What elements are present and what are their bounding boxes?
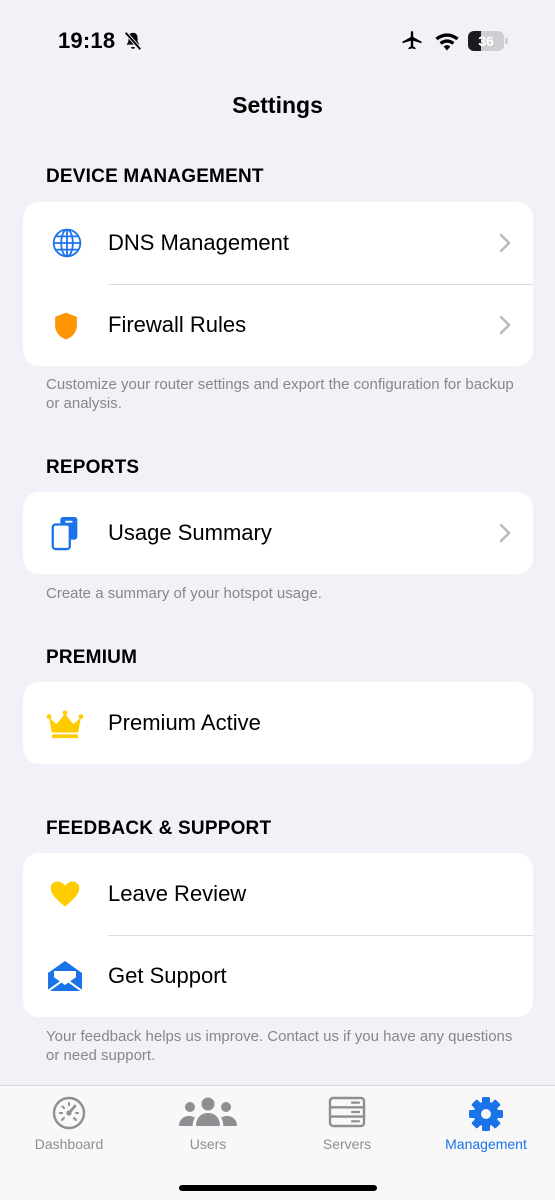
battery-indicator: 36 — [468, 31, 508, 51]
users-icon — [179, 1097, 237, 1126]
status-bar: 19:18 36 — [0, 0, 555, 84]
page-title: Settings — [232, 92, 323, 118]
leave-review-row[interactable]: Leave Review — [23, 853, 533, 935]
airplane-icon — [402, 31, 422, 50]
section-header-feedback-support: FEEDBACK & SUPPORT — [46, 818, 272, 839]
device-management-footnote: Customize your router settings and expor… — [46, 376, 514, 412]
usage-summary-label: Usage Summary — [108, 520, 272, 545]
dns-management-label: DNS Management — [108, 230, 289, 255]
tab-dashboard-label: Dashboard — [34, 1136, 104, 1152]
feedback-support-card: Leave Review Get Support — [23, 853, 533, 1017]
tab-dashboard[interactable]: Dashboard — [0, 1086, 138, 1166]
tab-servers-label: Servers — [322, 1136, 372, 1152]
device-management-card: DNS Management Firewall Rules — [23, 202, 533, 366]
bell-slash-icon — [124, 31, 142, 51]
get-support-label: Get Support — [108, 963, 227, 988]
dns-management-row[interactable]: DNS Management — [23, 202, 533, 284]
server-icon — [328, 1096, 366, 1128]
documents-icon — [51, 516, 78, 551]
firewall-rules-label: Firewall Rules — [108, 312, 247, 337]
usage-summary-row[interactable]: Usage Summary — [23, 492, 533, 574]
chevron-right-icon — [499, 523, 511, 543]
section-header-premium: PREMIUM — [46, 647, 138, 668]
tab-users-label: Users — [189, 1136, 227, 1152]
chevron-right-icon — [499, 315, 511, 335]
tab-servers[interactable]: Servers — [278, 1086, 416, 1166]
tab-management[interactable]: Management — [417, 1086, 555, 1166]
section-header-device-management: DEVICE MANAGEMENT — [46, 166, 264, 187]
envelope-icon — [47, 961, 83, 992]
gauge-icon — [52, 1096, 86, 1130]
tab-management-label: Management — [445, 1136, 527, 1152]
shield-icon — [55, 312, 77, 340]
gear-icon — [469, 1097, 503, 1131]
wifi-icon — [435, 33, 459, 51]
home-indicator — [179, 1185, 377, 1191]
premium-active-row[interactable]: Premium Active — [23, 682, 533, 764]
premium-active-label: Premium Active — [108, 710, 261, 735]
premium-card: Premium Active — [23, 682, 533, 764]
reports-footnote: Create a summary of your hotspot usage. — [46, 585, 322, 602]
heart-icon — [50, 881, 80, 907]
leave-review-label: Leave Review — [108, 881, 247, 906]
tab-users[interactable]: Users — [139, 1086, 277, 1166]
battery-level: 36 — [478, 33, 494, 49]
feedback-support-footnote: Your feedback helps us improve. Contact … — [46, 1028, 513, 1064]
crown-icon — [46, 710, 84, 739]
status-time: 19:18 — [58, 28, 116, 53]
chevron-right-icon — [499, 233, 511, 253]
tab-bar: Dashboard Users Servers Management — [0, 1085, 555, 1200]
get-support-row[interactable]: Get Support — [23, 935, 533, 1017]
firewall-rules-row[interactable]: Firewall Rules — [23, 284, 533, 366]
reports-card: Usage Summary — [23, 492, 533, 574]
globe-icon — [52, 228, 82, 258]
section-header-reports: REPORTS — [46, 457, 140, 478]
